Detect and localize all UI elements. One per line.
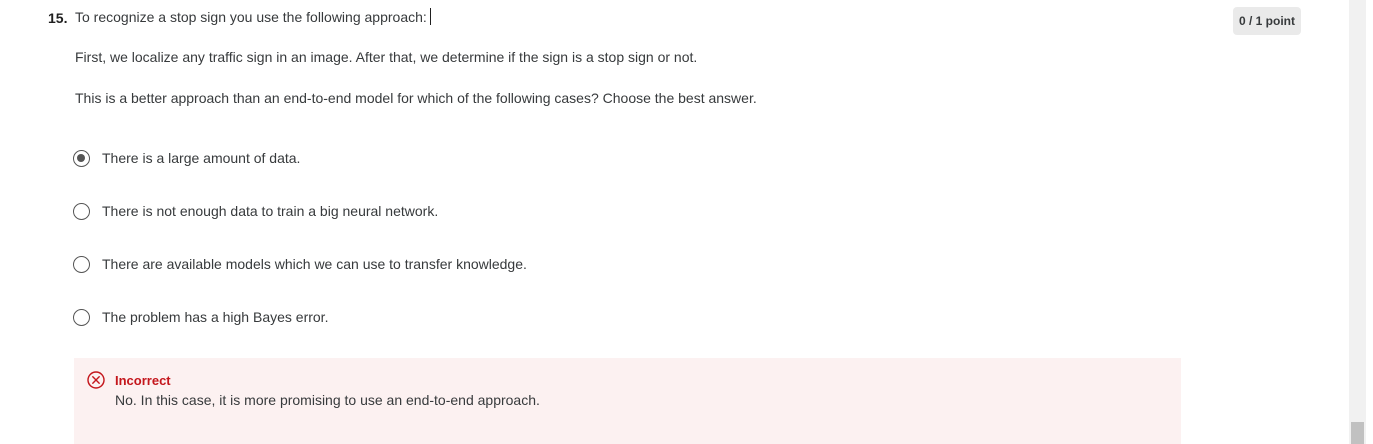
- quiz-question-page: 15. To recognize a stop sign you use the…: [0, 0, 1373, 444]
- radio-button[interactable]: [73, 255, 90, 273]
- feedback-message: No. In this case, it is more promising t…: [115, 392, 540, 408]
- feedback-panel: Incorrect No. In this case, it is more p…: [74, 358, 1181, 444]
- answer-option[interactable]: There is not enough data to train a big …: [73, 200, 438, 222]
- radio-button-selected[interactable]: [73, 149, 90, 167]
- question-prompt: To recognize a stop sign you use the fol…: [75, 8, 431, 25]
- question-description: First, we localize any traffic sign in a…: [75, 49, 698, 65]
- radio-button[interactable]: [73, 202, 90, 220]
- answer-option[interactable]: There are available models which we can …: [73, 253, 527, 275]
- vertical-scrollbar[interactable]: [1349, 0, 1366, 444]
- answer-option-label: There is a large amount of data.: [102, 150, 301, 166]
- close-circle-icon: [87, 371, 105, 389]
- answer-option[interactable]: There is a large amount of data.: [73, 147, 300, 169]
- answer-option-label: There are available models which we can …: [102, 256, 527, 272]
- question-number: 15.: [48, 10, 68, 26]
- radio-button[interactable]: [73, 308, 90, 326]
- points-badge: 0 / 1 point: [1233, 7, 1301, 35]
- question-prompt-text: To recognize a stop sign you use the fol…: [75, 9, 427, 25]
- text-caret: [429, 8, 431, 25]
- answer-option-label: There is not enough data to train a big …: [102, 203, 439, 219]
- scrollbar-thumb[interactable]: [1351, 422, 1364, 444]
- feedback-status: Incorrect: [115, 373, 171, 388]
- answer-option[interactable]: The problem has a high Bayes error.: [73, 306, 328, 328]
- question-instruction: This is a better approach than an end-to…: [75, 90, 757, 106]
- answer-option-label: The problem has a high Bayes error.: [102, 309, 329, 325]
